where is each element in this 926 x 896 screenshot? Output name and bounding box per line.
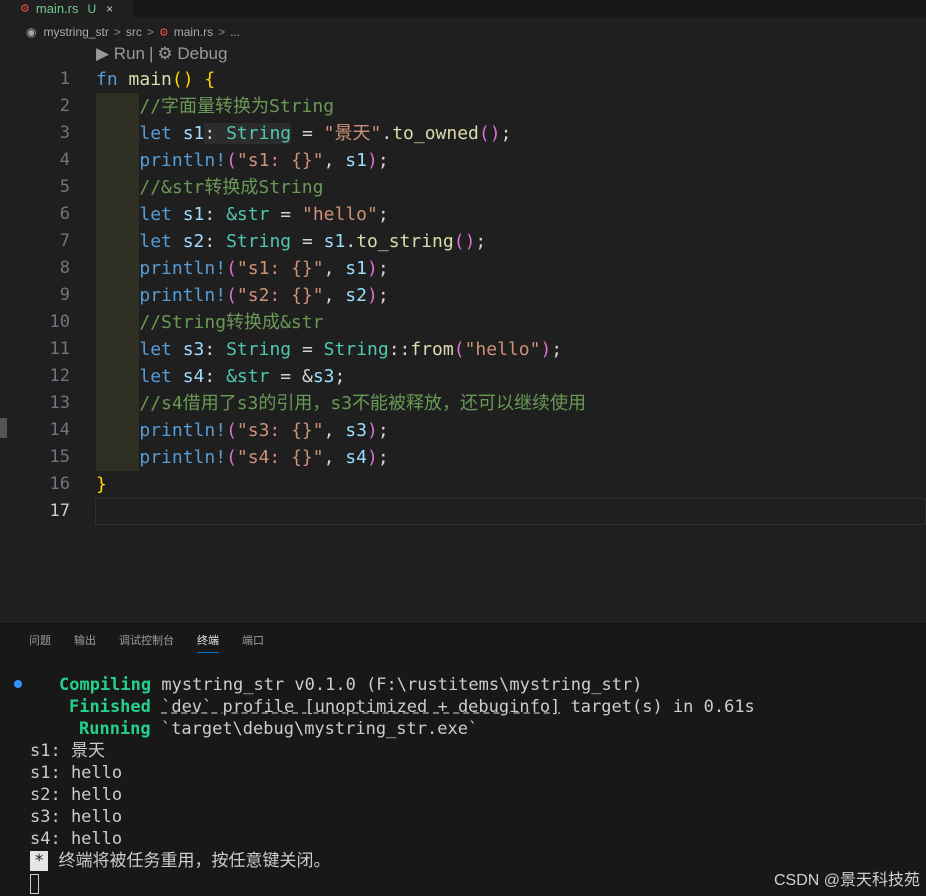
line-number: 6 xyxy=(59,204,70,224)
watermark: CSDN @景天科技苑 xyxy=(773,872,920,889)
codelens: ▶ Run | ⚙ Debug xyxy=(96,44,227,64)
terminal-line: s3: hello xyxy=(30,807,123,827)
code-line: 6 let s1: &str = "hello"; xyxy=(0,201,926,228)
breadcrumb-file[interactable]: main.rs xyxy=(174,25,213,39)
project-icon: ◉ xyxy=(26,25,37,39)
task-star-badge: * xyxy=(30,851,49,871)
code-line: 5 //&str转换成String xyxy=(0,174,926,201)
rust-file-icon: ⚙ xyxy=(158,26,169,39)
terminal-line: s2: hello xyxy=(30,785,123,805)
code-line: 17 xyxy=(0,498,926,525)
line-number: 15 xyxy=(49,447,70,467)
terminal-line: s1: 景天 xyxy=(30,741,105,761)
tab-terminal[interactable]: 终端 xyxy=(197,632,219,653)
terminal-line: Running `target\debug\mystring_str.exe` xyxy=(79,719,479,739)
code-line: 15 println!("s4: {}", s4); xyxy=(0,444,926,471)
code-line: 12 let s4: &str = &s3; xyxy=(0,363,926,390)
panel-tabs: 问题 输出 调试控制台 终端 端口 xyxy=(29,632,287,653)
line-number: 4 xyxy=(59,150,70,170)
comment: //String转换成&str xyxy=(139,312,324,333)
chevron-right-icon: > xyxy=(218,25,226,39)
scrollbar-thumb[interactable] xyxy=(0,418,7,438)
codelens-separator: | xyxy=(148,44,154,63)
bottom-panel: 问题 输出 调试控制台 终端 端口 Compiling mystring_str… xyxy=(0,621,926,896)
comment: //&str转换成String xyxy=(139,177,324,198)
code-line: 2 //字面量转换为String xyxy=(0,93,926,120)
code-editor[interactable]: 1 fn main() { 2 //字面量转换为String 3 let s1:… xyxy=(0,66,926,526)
line-number: 11 xyxy=(49,339,70,359)
untracked-badge: U xyxy=(87,1,97,16)
debug-codelens[interactable]: ⚙ Debug xyxy=(157,44,227,64)
command-decoration-icon[interactable] xyxy=(14,680,22,688)
editor-tab-bar: ⚙ main.rs U × xyxy=(0,0,926,17)
line-number: 3 xyxy=(59,123,70,143)
line-number: 1 xyxy=(59,69,70,89)
line-number: 2 xyxy=(59,96,70,116)
line-number: 10 xyxy=(49,312,70,332)
tab-problems[interactable]: 问题 xyxy=(29,632,51,653)
line-number: 9 xyxy=(59,285,70,305)
line-number: 14 xyxy=(49,420,70,440)
code-line: 9 println!("s2: {}", s2); xyxy=(0,282,926,309)
tab-output[interactable]: 输出 xyxy=(74,632,96,653)
rust-file-icon: ⚙ xyxy=(20,3,30,15)
code-line: 11 let s3: String = String::from("hello"… xyxy=(0,336,926,363)
terminal-line: s4: hello xyxy=(30,829,123,849)
terminal-line: Compiling mystring_str v0.1.0 (F:\rustit… xyxy=(59,675,643,695)
code-line: 10 //String转换成&str xyxy=(0,309,926,336)
breadcrumb: ◉ mystring_str > src > ⚙ main.rs > ... xyxy=(0,23,926,41)
tab-main-rs[interactable]: ⚙ main.rs U × xyxy=(0,0,133,17)
code-line: 4 println!("s1: {}", s1); xyxy=(0,147,926,174)
breadcrumb-project[interactable]: mystring_str xyxy=(43,25,108,39)
breadcrumb-folder[interactable]: src xyxy=(126,25,142,39)
chevron-right-icon: > xyxy=(146,25,154,39)
comment: //字面量转换为String xyxy=(139,96,335,117)
close-icon[interactable]: × xyxy=(106,2,113,16)
line-number: 7 xyxy=(59,231,70,251)
tab-debug-console[interactable]: 调试控制台 xyxy=(119,632,174,653)
chevron-right-icon: > xyxy=(113,25,121,39)
terminal-line: * 终端将被任务重用，按任意键关闭。 xyxy=(30,850,331,872)
line-number: 5 xyxy=(59,177,70,197)
code-line: 1 fn main() { xyxy=(0,66,926,93)
terminal-line: s1: hello xyxy=(30,763,123,783)
code-line: 16 } xyxy=(0,471,926,498)
tab-ports[interactable]: 端口 xyxy=(242,632,264,653)
line-number: 17 xyxy=(49,501,70,521)
code-line: 7 let s2: String = s1.to_string(); xyxy=(0,228,926,255)
terminal-cursor xyxy=(30,874,39,894)
code-line: 13 //s4借用了s3的引用，s3不能被释放，还可以继续使用 xyxy=(0,390,926,417)
line-number: 12 xyxy=(49,366,70,386)
comment: //s4借用了s3的引用，s3不能被释放，还可以继续使用 xyxy=(139,393,587,414)
line-number: 16 xyxy=(49,474,70,494)
line-number: 8 xyxy=(59,258,70,278)
terminal-line: Finished `dev` profile [unoptimized + de… xyxy=(69,697,755,717)
breadcrumb-more[interactable]: ... xyxy=(230,25,240,39)
code-line: 3 let s1: String = "景天".to_owned(); xyxy=(0,120,926,147)
run-codelens[interactable]: ▶ Run xyxy=(96,44,145,64)
line-number: 13 xyxy=(49,393,70,413)
code-line: 8 println!("s1: {}", s1); xyxy=(0,255,926,282)
tab-label: main.rs xyxy=(35,1,79,16)
code-line: 14 println!("s3: {}", s3); xyxy=(0,417,926,444)
